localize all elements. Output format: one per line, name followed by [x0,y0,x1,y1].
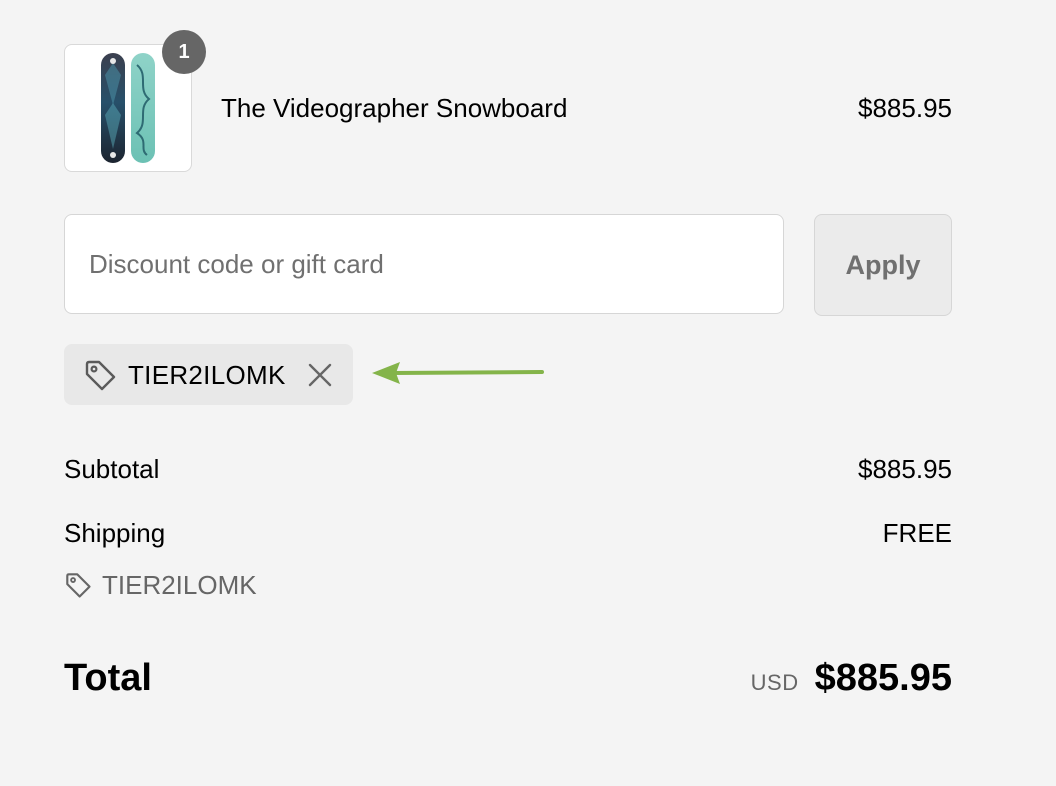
tag-icon [85,360,116,391]
summary-discount-code: TIER2ILOMK [64,569,257,601]
apply-discount-button[interactable]: Apply [814,214,952,316]
close-icon[interactable] [306,361,334,389]
applied-discount-chip: TIER2ILOMK [64,344,353,405]
tag-icon [66,573,91,598]
shipping-label: Shipping [64,518,166,548]
quantity-badge: 1 [162,30,206,74]
arrow-left-icon [372,362,544,384]
total-currency: USD [750,670,799,695]
subtotal-value: $885.95 [858,454,952,484]
product-price: $885.95 [858,93,952,123]
applied-discount-code: TIER2ILOMK [128,360,286,390]
product-title: The Videographer Snowboard [221,93,568,123]
total-value: USD $885.95 [751,656,952,700]
summary-discount-code-text: TIER2ILOMK [102,569,257,600]
cart-line-item: 1 The Videographer Snowboard $885.95 [64,30,952,172]
total-label: Total [64,657,152,699]
discount-code-input[interactable] [64,214,784,314]
total-amount: $885.95 [814,657,952,699]
subtotal-label: Subtotal [64,454,160,484]
shipping-value: FREE [882,518,952,548]
